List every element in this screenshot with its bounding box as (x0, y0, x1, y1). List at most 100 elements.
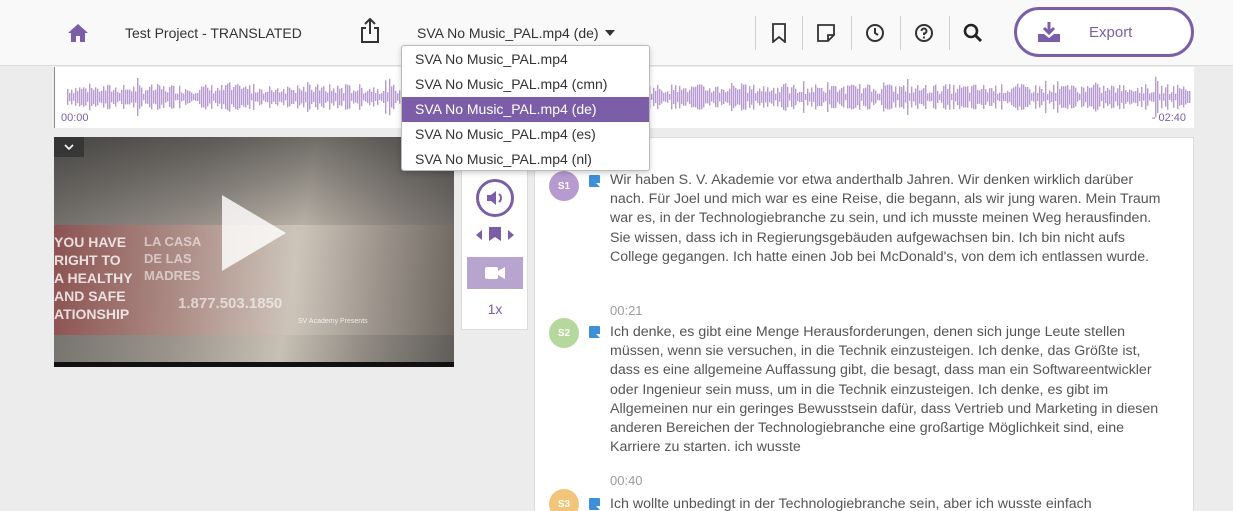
dropdown-option[interactable]: SVA No Music_PAL.mp4 (es) (402, 122, 649, 147)
segment-timestamp[interactable]: 00:40 (610, 473, 643, 488)
waveform-bar (317, 84, 319, 110)
segment-text[interactable]: Ich wollte unbedingt in der Technologieb… (610, 495, 1170, 511)
waveform-bar (701, 84, 703, 110)
waveform-bar (175, 93, 177, 101)
speaker-avatar[interactable]: S3 (549, 489, 579, 511)
waveform-bar (665, 92, 667, 102)
waveform-bar (699, 84, 701, 110)
waveform-bar (985, 89, 987, 105)
prev-bookmark-icon[interactable] (476, 227, 482, 245)
waveform-bar (657, 84, 659, 110)
note-button[interactable] (802, 16, 848, 50)
waveform-bar (79, 87, 81, 107)
waveform-bar (241, 88, 243, 106)
waveform-bar (385, 80, 387, 114)
waveform-bar (1111, 85, 1113, 109)
search-button[interactable] (949, 16, 995, 50)
waveform-bar (771, 90, 773, 104)
waveform-bar (865, 87, 867, 107)
waveform-bar (687, 92, 689, 102)
waveform-bar (875, 90, 877, 104)
waveform-bar (997, 93, 999, 101)
waveform-bar (69, 92, 71, 102)
waveform-bar (801, 92, 803, 102)
waveform-bar (685, 88, 687, 106)
video-player[interactable]: YOU HAVE RIGHT TO A HEALTHY AND SAFE ATI… (54, 137, 454, 367)
note-icon[interactable] (589, 326, 600, 338)
waveform-bar (1133, 91, 1135, 103)
clock-icon (865, 24, 884, 42)
waveform-bar (253, 84, 255, 110)
clock-button[interactable] (851, 16, 897, 50)
speaker-avatar[interactable]: S1 (549, 171, 579, 201)
waveform-bar (1181, 89, 1183, 105)
waveform-bar (159, 85, 161, 109)
waveform-bar (869, 84, 871, 110)
waveform-bar (355, 91, 357, 103)
waveform-bar (243, 87, 245, 107)
playback-speed[interactable]: 1x (462, 301, 528, 317)
home-icon[interactable] (66, 22, 90, 44)
waveform-bar (987, 92, 989, 102)
waveform-bar (341, 87, 343, 107)
export-button[interactable]: Export (1014, 7, 1194, 57)
video-phone-text: 1.877.503.1850 (178, 295, 283, 312)
waveform-bar (1123, 85, 1125, 109)
waveform-bar (691, 86, 693, 108)
waveform-bar (845, 93, 847, 101)
waveform-bar (115, 87, 117, 107)
waveform-bar (883, 82, 885, 112)
waveform-bar (703, 86, 705, 108)
waveform-bar (775, 93, 777, 101)
waveform-bar (301, 90, 303, 104)
segment-timestamp[interactable]: 00:21 (610, 303, 643, 318)
share-icon[interactable] (358, 17, 382, 45)
waveform-bar (259, 88, 261, 106)
dropdown-option[interactable]: SVA No Music_PAL.mp4 (402, 47, 649, 72)
waveform-bar (1145, 84, 1147, 110)
waveform-bar (941, 91, 943, 103)
waveform-bar (743, 84, 745, 110)
volume-button[interactable] (476, 179, 514, 217)
waveform-bar (73, 93, 75, 101)
waveform-bar (747, 92, 749, 102)
waveform-bar (851, 84, 853, 110)
help-button[interactable] (900, 16, 946, 50)
waveform-bar (1013, 87, 1015, 107)
file-select-dropdown[interactable]: SVA No Music_PAL.mp4 (de) (417, 25, 615, 41)
waveform-bar (855, 86, 857, 108)
waveform-bar (1121, 91, 1123, 103)
waveform-bar (303, 86, 305, 108)
waveform-bar (1153, 92, 1155, 102)
segment-text[interactable]: Wir haben S. V. Akademie vor etwa andert… (610, 171, 1170, 267)
bookmark-button[interactable] (755, 16, 801, 50)
waveform-bar (803, 81, 805, 113)
dropdown-option[interactable]: SVA No Music_PAL.mp4 (cmn) (402, 72, 649, 97)
waveform-bar (153, 90, 155, 104)
waveform-bar (1147, 88, 1149, 106)
video-progress-bar[interactable] (54, 362, 454, 367)
video-toggle-button[interactable] (467, 257, 523, 289)
waveform-bar (189, 91, 191, 103)
note-icon[interactable] (589, 498, 600, 510)
speaker-avatar[interactable]: S2 (549, 318, 579, 348)
dropdown-option[interactable]: SVA No Music_PAL.mp4 (nl) (402, 147, 649, 172)
waveform-bar (653, 87, 655, 107)
bookmark-icon[interactable] (489, 226, 501, 246)
waveform-bar (1005, 92, 1007, 102)
next-bookmark-icon[interactable] (508, 227, 514, 245)
waveform-bar (723, 89, 725, 105)
chevron-down-icon[interactable] (54, 137, 84, 157)
dropdown-option-selected[interactable]: SVA No Music_PAL.mp4 (de) (402, 97, 649, 122)
waveform-bar (343, 93, 345, 101)
segment-text[interactable]: Ich denke, es gibt eine Menge Herausford… (610, 323, 1170, 457)
waveform-bar (1071, 85, 1073, 109)
waveform-bar (345, 84, 347, 110)
play-icon[interactable] (222, 195, 286, 271)
waveform-bar (967, 86, 969, 108)
waveform-bar (1051, 92, 1053, 102)
bookmark-icon (771, 23, 786, 43)
waveform-bar (1185, 89, 1187, 105)
waveform-bar (753, 84, 755, 110)
note-icon[interactable] (589, 175, 600, 187)
